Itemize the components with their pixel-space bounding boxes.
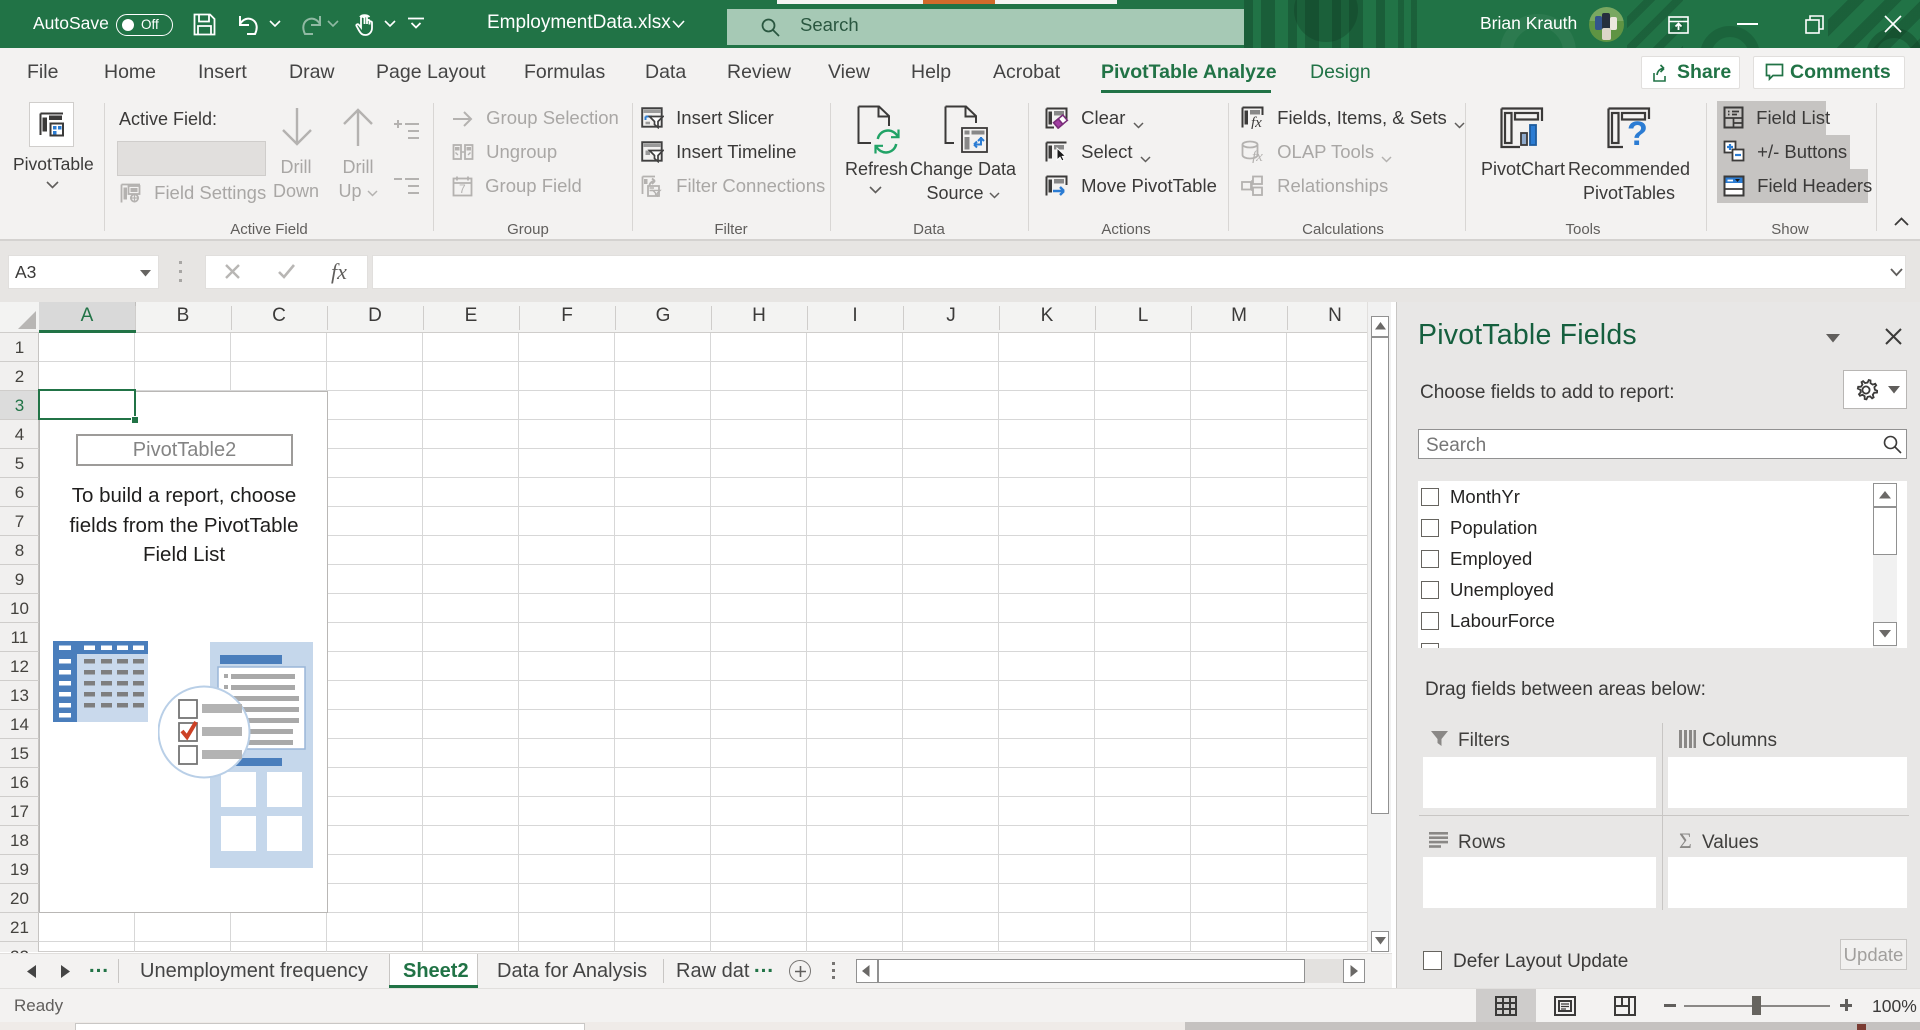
- svg-text:fx: fx: [1252, 149, 1263, 163]
- svg-text:fx: fx: [1251, 115, 1262, 129]
- svg-text:?: ?: [1627, 115, 1648, 149]
- svg-text:7: 7: [459, 182, 466, 196]
